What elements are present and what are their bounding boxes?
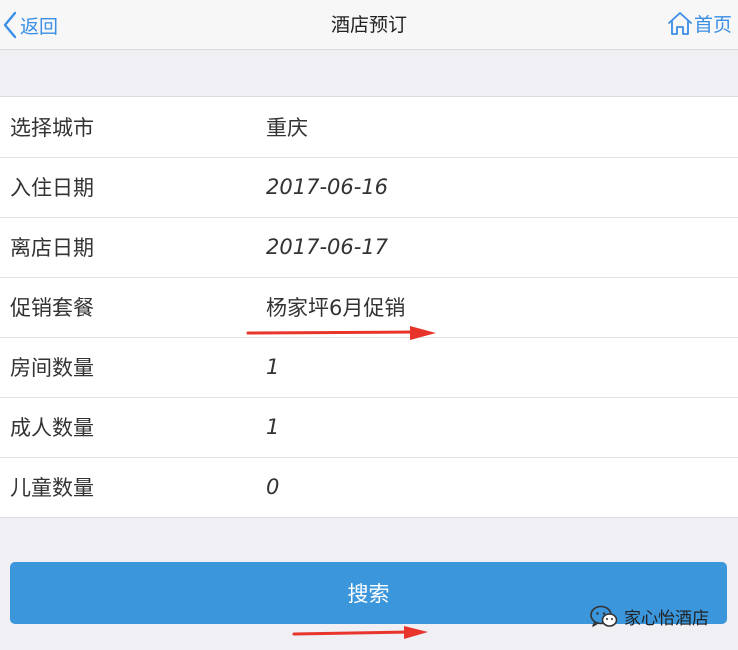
rooms-value[interactable]: 1: [266, 355, 279, 379]
form-row-city[interactable]: 选择城市 重庆: [0, 97, 738, 157]
form-row-checkout[interactable]: 离店日期 2017-06-17: [0, 217, 738, 277]
form-row-checkin[interactable]: 入住日期 2017-06-16: [0, 157, 738, 217]
row-label: 促销套餐: [10, 296, 94, 320]
row-label: 选择城市: [10, 116, 94, 140]
annotation-arrow-icon: [292, 626, 428, 639]
form-row-rooms[interactable]: 房间数量 1: [0, 337, 738, 397]
row-label: 入住日期: [10, 176, 94, 200]
promotion-value[interactable]: 杨家坪6月促销: [266, 292, 405, 322]
row-label: 成人数量: [10, 416, 94, 440]
row-label: 儿童数量: [10, 476, 94, 500]
watermark-text: 家心怡酒店: [624, 609, 709, 629]
row-label: 离店日期: [10, 236, 94, 260]
city-value[interactable]: 重庆: [266, 112, 308, 142]
children-value[interactable]: 0: [266, 475, 279, 499]
page-title: 酒店预订: [330, 13, 407, 36]
watermark: 家心怡酒店: [590, 604, 709, 629]
home-icon: [668, 12, 692, 35]
annotation-arrow-icon: [246, 326, 436, 340]
wechat-icon: [590, 605, 618, 627]
home-label: 首页: [693, 13, 732, 36]
form-row-adults[interactable]: 成人数量 1: [0, 397, 738, 457]
form-row-children[interactable]: 儿童数量 0: [0, 457, 738, 517]
booking-form: 选择城市 重庆 入住日期 2017-06-16 离店日期 2017-06-17 …: [0, 96, 738, 518]
row-label: 房间数量: [10, 356, 94, 380]
navbar: 返回 酒店预订 首页: [0, 0, 738, 50]
checkout-date-value[interactable]: 2017-06-17: [266, 235, 388, 259]
home-button[interactable]: 首页: [667, 0, 732, 46]
adults-value[interactable]: 1: [266, 415, 279, 439]
checkin-date-value[interactable]: 2017-06-16: [266, 175, 388, 199]
